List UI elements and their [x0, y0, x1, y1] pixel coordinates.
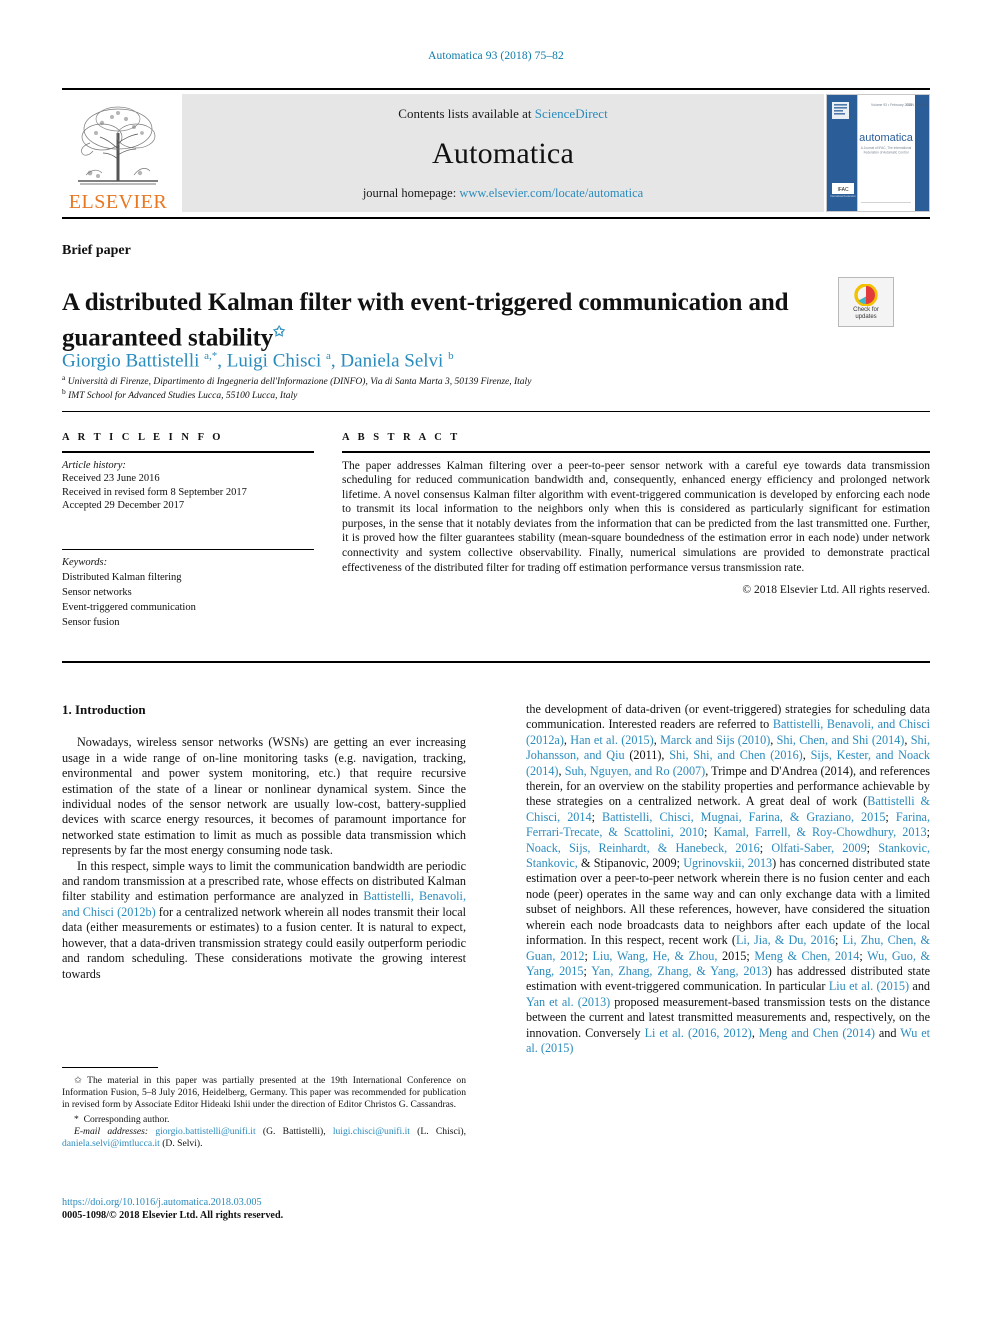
body-column-left: 1. Introduction Nowadays, wireless senso…: [62, 702, 466, 982]
contents-prefix: Contents lists available at: [398, 106, 535, 121]
keyword-item: Sensor networks: [62, 586, 132, 598]
issn-copyright-line: 0005-1098/© 2018 Elsevier Ltd. All right…: [62, 1210, 284, 1221]
paragraph-text: the development of data-driven (or event…: [526, 702, 931, 1055]
keyword-item: Distributed Kalman filtering: [62, 571, 182, 583]
masthead-bottom-rule: [62, 217, 930, 219]
abstract-text: The paper addresses Kalman filtering ove…: [342, 459, 930, 574]
footnote-emails: E-mail addresses: giorgio.battistelli@un…: [62, 1125, 466, 1150]
contents-available-line: Contents lists available at ScienceDirec…: [398, 106, 607, 122]
elsevier-wordmark: ELSEVIER: [68, 191, 168, 213]
email-label: E-mail addresses:: [74, 1125, 149, 1137]
svg-text:automatica: automatica: [859, 132, 914, 144]
doi-block: https://doi.org/10.1016/j.automatica.201…: [62, 1196, 482, 1222]
journal-homepage-line: journal homepage: www.elsevier.com/locat…: [363, 186, 643, 201]
email-link[interactable]: daniela.selvi@imtlucca.it: [62, 1138, 160, 1149]
sciencedirect-link[interactable]: ScienceDirect: [535, 106, 608, 121]
article-history-label: Article history:: [62, 459, 126, 471]
keywords-label: Keywords:: [62, 557, 108, 568]
paragraph: Nowadays, wireless sensor networks (WSNs…: [62, 735, 466, 858]
author-list: Giorgio Battistelli a,*, Luigi Chisci a,…: [62, 350, 454, 372]
keyword-item: Sensor fusion: [62, 616, 120, 628]
asterisk-marker: *: [74, 1113, 79, 1125]
svg-text:Federation of Automatic Contro: Federation of Automatic Control: [864, 151, 909, 155]
section-title-introduction: 1. Introduction: [62, 702, 146, 717]
elsevier-tree-icon: [78, 106, 158, 185]
svg-text:International Federation: International Federation: [830, 195, 856, 198]
article-info-heading: A R T I C L E I N F O: [62, 432, 224, 443]
abstract-copyright: © 2018 Elsevier Ltd. All rights reserved…: [742, 584, 930, 597]
corresponding-text: Corresponding author.: [83, 1113, 170, 1125]
affiliation-b-text: IMT School for Advanced Studies Lucca, 5…: [68, 391, 298, 402]
cover-artwork: Volume 93 • February 2018 ISSN 0005-1098…: [827, 95, 929, 211]
title-footnote-marker: ✩: [273, 324, 285, 340]
email-owner: (G. Battistelli): [262, 1125, 324, 1137]
footnote-corresponding: * Corresponding author.: [62, 1114, 466, 1126]
history-item: Received 23 June 2016: [62, 473, 160, 484]
doi-link[interactable]: https://doi.org/10.1016/j.automatica.201…: [62, 1196, 482, 1209]
crossmark-badge[interactable]: Check for updates: [838, 277, 894, 327]
journal-homepage-link[interactable]: www.elsevier.com/locate/automatica: [459, 186, 643, 200]
body-column-right: the development of data-driven (or event…: [526, 702, 930, 1056]
journal-masthead: ELSEVIER Contents lists available at Sci…: [62, 88, 930, 219]
footnote-star-marker: ✩: [74, 1075, 83, 1086]
journal-title: Automatica: [432, 137, 574, 170]
homepage-prefix: journal homepage:: [362, 186, 460, 200]
abstract-rule: [342, 451, 930, 453]
footnote-rule: [62, 1067, 158, 1068]
info-top-rule: [62, 411, 930, 412]
history-item: Accepted 29 December 2017: [62, 500, 185, 511]
crossmark-line1: Check for: [853, 306, 879, 313]
keyword-item: Event-triggered communication: [62, 601, 196, 613]
keywords-group: Keywords: Distributed Kalman filtering S…: [62, 556, 314, 630]
masthead-top-rule: [62, 88, 930, 90]
paper-page: Automatica 93 (2018) 75–82 ELSEVIER Cont…: [0, 0, 992, 1323]
running-head: Automatica 93 (2018) 75–82: [428, 50, 564, 62]
footnote-star-text: The material in this paper was partially…: [62, 1075, 466, 1111]
article-info-rule: [62, 451, 314, 453]
footnote-star: ✩ The material in this paper was partial…: [62, 1075, 466, 1112]
history-item: Received in revised form 8 September 201…: [62, 486, 247, 498]
affiliation-b: b IMT School for Advanced Studies Lucca,…: [62, 387, 298, 402]
article-history-group: Article history: Received 23 June 2016 R…: [62, 459, 314, 513]
svg-text:A Journal of IFAC, The Interna: A Journal of IFAC, The International: [861, 146, 912, 150]
journal-cover-thumbnail: Volume 93 • February 2018 ISSN 0005-1098…: [826, 94, 930, 212]
elsevier-logo: ELSEVIER: [62, 94, 174, 212]
email-link[interactable]: luigi.chisci@unifi.it: [333, 1126, 410, 1137]
footnote-block: ✩ The material in this paper was partial…: [62, 1075, 466, 1150]
keywords-rule: [62, 548, 314, 550]
info-bottom-rule: [62, 661, 930, 663]
paragraph-text: In this respect, simple ways to limit th…: [62, 858, 467, 981]
paragraph: the development of data-driven (or event…: [526, 702, 930, 1056]
article-title-text: A distributed Kalman filter with event-t…: [62, 288, 789, 352]
email-owner: (D. Selvi): [162, 1138, 201, 1150]
abstract-column: A B S T R A C T The paper addresses Kalm…: [342, 432, 930, 596]
crossmark-line2: updates: [855, 313, 877, 320]
crossmark-icon: [854, 283, 878, 306]
article-info-column: A R T I C L E I N F O Article history: R…: [62, 432, 314, 630]
crossmark-label: Check for updates: [853, 307, 879, 321]
email-owner: (L. Chisci): [417, 1125, 464, 1137]
email-link[interactable]: giorgio.battistelli@unifi.it: [155, 1126, 255, 1137]
journal-banner: Contents lists available at ScienceDirec…: [182, 94, 824, 212]
svg-text:IFAC: IFAC: [837, 187, 849, 193]
paragraph-text: Nowadays, wireless sensor networks (WSNs…: [62, 735, 466, 858]
paragraph: In this respect, simple ways to limit th…: [62, 859, 466, 982]
page-title: A distributed Kalman filter with event-t…: [62, 288, 792, 353]
svg-text:ISSN 0005-1098: ISSN 0005-1098: [906, 103, 929, 107]
abstract-heading: A B S T R A C T: [342, 432, 461, 443]
article-type-label: Brief paper: [62, 243, 131, 258]
